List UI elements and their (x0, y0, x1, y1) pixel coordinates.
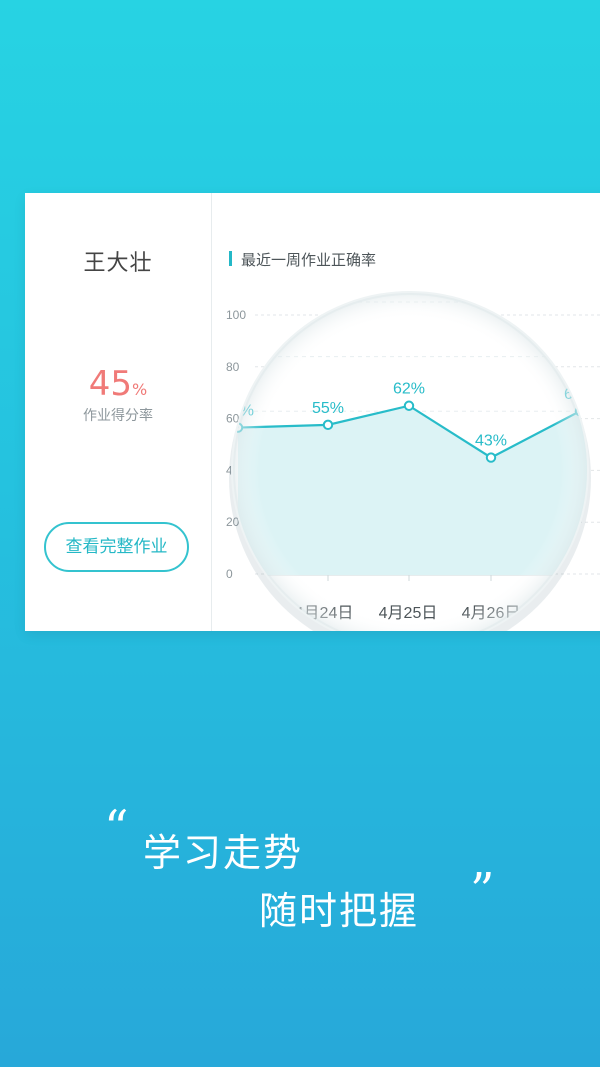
open-quote: “ (104, 800, 129, 856)
x-tick-label: 4月26日 (545, 605, 600, 622)
close-quote: ” (470, 863, 495, 919)
y-tick-label: 0 (226, 567, 233, 581)
y-tick-label: 100 (226, 308, 246, 322)
slogan-line-1: 学习走势 (143, 831, 304, 875)
y-tick-label: 80 (226, 360, 240, 374)
lens-rim-shade (233, 293, 587, 631)
accuracy-line-chart: 100806040200 54%55%62%43%60%4月21日4月24日4月… (226, 291, 600, 631)
x-tick-label: 4月21日 (233, 605, 292, 622)
slogan-line-2: 随时把握 (259, 889, 420, 933)
